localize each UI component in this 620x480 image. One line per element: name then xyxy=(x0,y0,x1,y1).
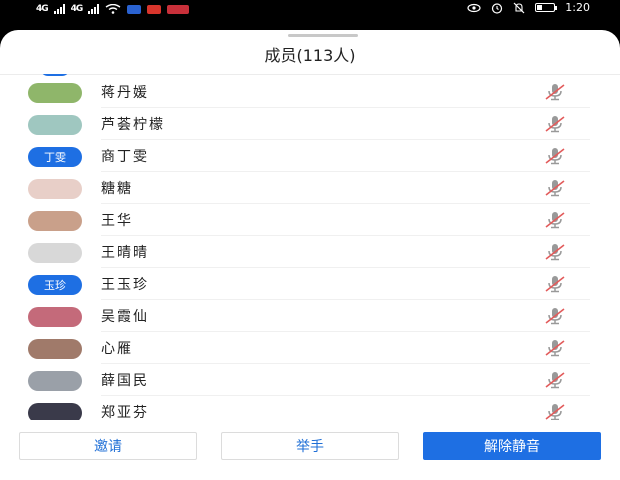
member-name: 心雁 xyxy=(101,341,133,357)
avatar: 玉珍 xyxy=(28,275,82,295)
member-row[interactable]: 糖糖 xyxy=(0,172,620,204)
mic-muted-icon[interactable] xyxy=(543,370,567,390)
member-row[interactable]: 玉珍 王玉珍 xyxy=(0,268,620,300)
member-row[interactable]: 王晴晴 xyxy=(0,236,620,268)
member-name: 王华 xyxy=(101,213,133,229)
member-row[interactable]: 郑亚芬 xyxy=(0,396,620,420)
raise-hand-button[interactable]: 举手 xyxy=(221,432,399,460)
avatar xyxy=(28,83,82,103)
member-row[interactable]: 薛国民 xyxy=(0,364,620,396)
member-row[interactable]: 芦荟柠檬 xyxy=(0,108,620,140)
mic-muted-icon[interactable] xyxy=(543,146,567,166)
sim2-label: 4G xyxy=(70,4,84,14)
status-left: 4G 4G xyxy=(36,3,190,15)
mic-muted-icon[interactable] xyxy=(543,114,567,134)
member-name: 芦荟柠檬 xyxy=(101,117,165,133)
status-bar: 4G 4G 1:20 xyxy=(0,0,620,30)
signal-icon-2 xyxy=(88,4,100,14)
drag-handle[interactable] xyxy=(288,34,358,37)
member-name: 蒋丹媛 xyxy=(101,85,149,101)
avatar: 丁雯 xyxy=(28,147,82,167)
member-row[interactable]: 蒋丹媛 xyxy=(0,76,620,108)
mic-muted-icon[interactable] xyxy=(543,338,567,358)
member-name: 王晴晴 xyxy=(101,245,149,261)
member-row[interactable]: 心雁 xyxy=(0,332,620,364)
avatar xyxy=(28,179,82,199)
mic-muted-icon[interactable] xyxy=(543,402,567,420)
avatar xyxy=(28,307,82,327)
mic-muted-icon[interactable] xyxy=(543,242,567,262)
status-right: 1:20 xyxy=(467,1,590,14)
member-row[interactable]: 吴霞仙 xyxy=(0,300,620,332)
mic-muted-icon[interactable] xyxy=(543,274,567,294)
member-name: 糖糖 xyxy=(101,181,133,197)
unmute-button[interactable]: 解除静音 xyxy=(423,432,601,460)
panel-title: 成员(113人) xyxy=(264,46,356,65)
avatar xyxy=(28,339,82,359)
member-name: 商丁雯 xyxy=(101,149,149,165)
action-bar: 邀请 举手 解除静音 xyxy=(0,420,620,480)
app-notification-icon xyxy=(127,4,142,14)
member-name: 吴霞仙 xyxy=(101,309,149,325)
sim1-label: 4G xyxy=(36,4,49,14)
member-row[interactable]: 王华 xyxy=(0,204,620,236)
app-notification-icon-3 xyxy=(167,4,190,14)
member-name: 王玉珍 xyxy=(101,277,149,293)
avatar xyxy=(28,211,82,231)
app-notification-icon-2 xyxy=(147,4,162,14)
mic-muted-icon[interactable] xyxy=(543,210,567,230)
mute-bell-icon xyxy=(513,2,525,13)
mic-muted-icon[interactable] xyxy=(543,82,567,102)
member-list[interactable]: 蒋丹媛芦荟柠檬丁雯 商丁雯糖糖王华王晴晴玉珍 王玉珍吴霞仙心雁薛国民郑亚芬 xyxy=(0,74,620,420)
eye-comfort-icon xyxy=(467,3,481,12)
member-row[interactable]: 丁雯 商丁雯 xyxy=(0,140,620,172)
signal-icon xyxy=(53,4,65,14)
mic-muted-icon[interactable] xyxy=(543,306,567,326)
members-panel: 成员(113人) 蒋丹媛芦荟柠檬丁雯 商丁雯糖糖王华王晴晴玉珍 王玉珍吴霞仙心雁薛国… xyxy=(0,30,620,480)
member-name: 郑亚芬 xyxy=(101,405,149,420)
battery-icon xyxy=(535,3,558,12)
clock: 1:20 xyxy=(565,1,590,14)
avatar xyxy=(28,371,82,391)
member-name: 薛国民 xyxy=(101,373,149,389)
avatar xyxy=(28,243,82,263)
alarm-icon xyxy=(492,2,503,14)
wifi-icon xyxy=(105,4,121,14)
invite-button[interactable]: 邀请 xyxy=(19,432,197,460)
mic-muted-icon[interactable] xyxy=(543,178,567,198)
avatar xyxy=(28,403,82,420)
avatar xyxy=(28,115,82,135)
